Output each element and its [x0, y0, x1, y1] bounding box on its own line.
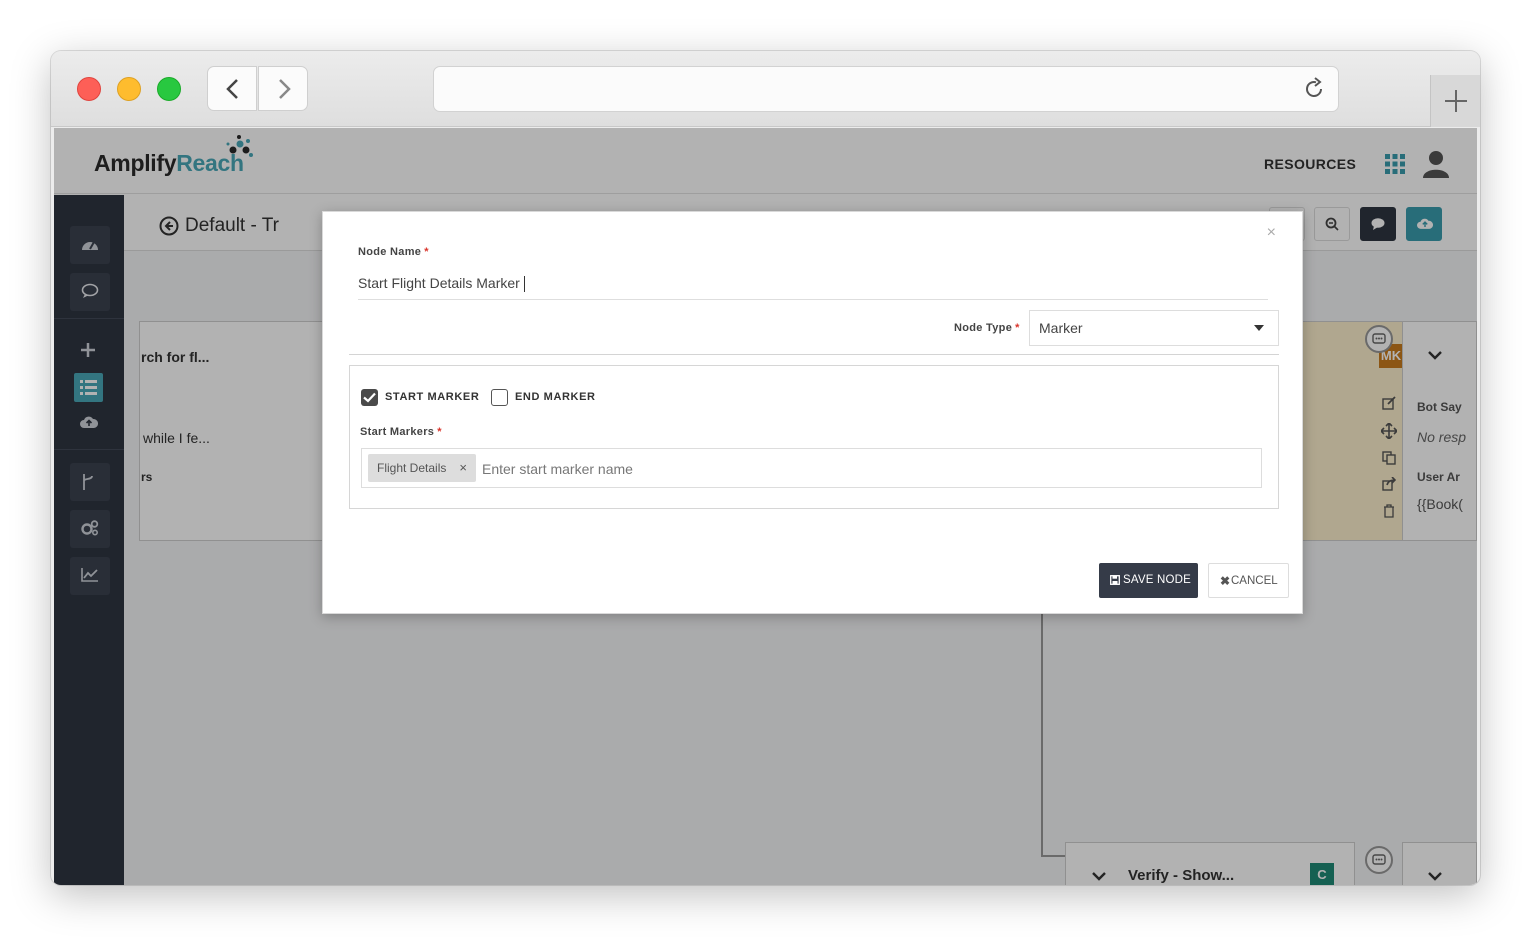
end-marker-label[interactable]: END MARKER: [515, 391, 596, 403]
start-markers-label: Start Markers *: [360, 426, 442, 438]
back-button[interactable]: [207, 66, 257, 111]
start-markers-input[interactable]: Flight Details × Enter start marker name: [361, 448, 1262, 488]
tag-label: Flight Details: [377, 461, 447, 475]
node-editor-modal: × Node Name * Start Flight Details Marker…: [322, 211, 1303, 614]
browser-titlebar: [51, 51, 1480, 127]
save-label: SAVE NODE: [1123, 574, 1192, 586]
required-mark: *: [424, 246, 429, 258]
node-name-label: Node Name *: [358, 246, 429, 258]
cancel-button[interactable]: ✖ CANCEL: [1208, 563, 1289, 598]
reload-icon[interactable]: [1302, 77, 1326, 101]
node-type-label: Node Type *: [954, 322, 1020, 334]
input-value: Start Flight Details Marker: [358, 275, 520, 291]
required-mark: *: [437, 426, 442, 438]
select-value: Marker: [1039, 320, 1083, 336]
checkmark-icon: [363, 392, 376, 403]
end-marker-checkbox[interactable]: [491, 389, 508, 406]
modal-close-button[interactable]: ×: [1267, 224, 1276, 242]
forward-button[interactable]: [258, 66, 308, 111]
cancel-label: CANCEL: [1231, 575, 1278, 587]
section-divider: [349, 354, 1279, 355]
required-mark: *: [1015, 322, 1020, 334]
page-viewport: AmplifyReach RESOURCES Default - Tr rch …: [54, 128, 1477, 885]
close-window-button[interactable]: [77, 77, 101, 101]
chevron-left-icon: [226, 79, 238, 99]
node-name-input[interactable]: Start Flight Details Marker: [358, 272, 1268, 300]
node-type-select[interactable]: Marker: [1029, 310, 1279, 346]
minimize-window-button[interactable]: [117, 77, 141, 101]
start-marker-label[interactable]: START MARKER: [385, 391, 479, 403]
floppy-disk-icon: [1110, 575, 1120, 585]
marker-tag: Flight Details ×: [368, 454, 476, 482]
marker-options-panel: START MARKER END MARKER Start Markers * F…: [349, 365, 1279, 509]
tags-placeholder[interactable]: Enter start marker name: [482, 461, 633, 477]
browser-window: AmplifyReach RESOURCES Default - Tr rch …: [51, 51, 1480, 885]
chevron-right-icon: [279, 79, 291, 99]
plus-icon: [1445, 90, 1467, 112]
start-marker-checkbox[interactable]: [361, 389, 378, 406]
remove-tag-button[interactable]: ×: [459, 460, 467, 475]
new-tab-button[interactable]: [1430, 75, 1480, 127]
address-bar[interactable]: [433, 66, 1339, 112]
save-node-button[interactable]: SAVE NODE: [1099, 563, 1198, 598]
text-cursor: [523, 276, 525, 293]
close-icon: ✖: [1220, 574, 1231, 588]
label-text: Start Markers: [360, 426, 435, 438]
label-text: Node Type: [954, 322, 1013, 334]
label-text: Node Name: [358, 246, 422, 258]
maximize-window-button[interactable]: [157, 77, 181, 101]
caret-down-icon: [1254, 325, 1264, 331]
